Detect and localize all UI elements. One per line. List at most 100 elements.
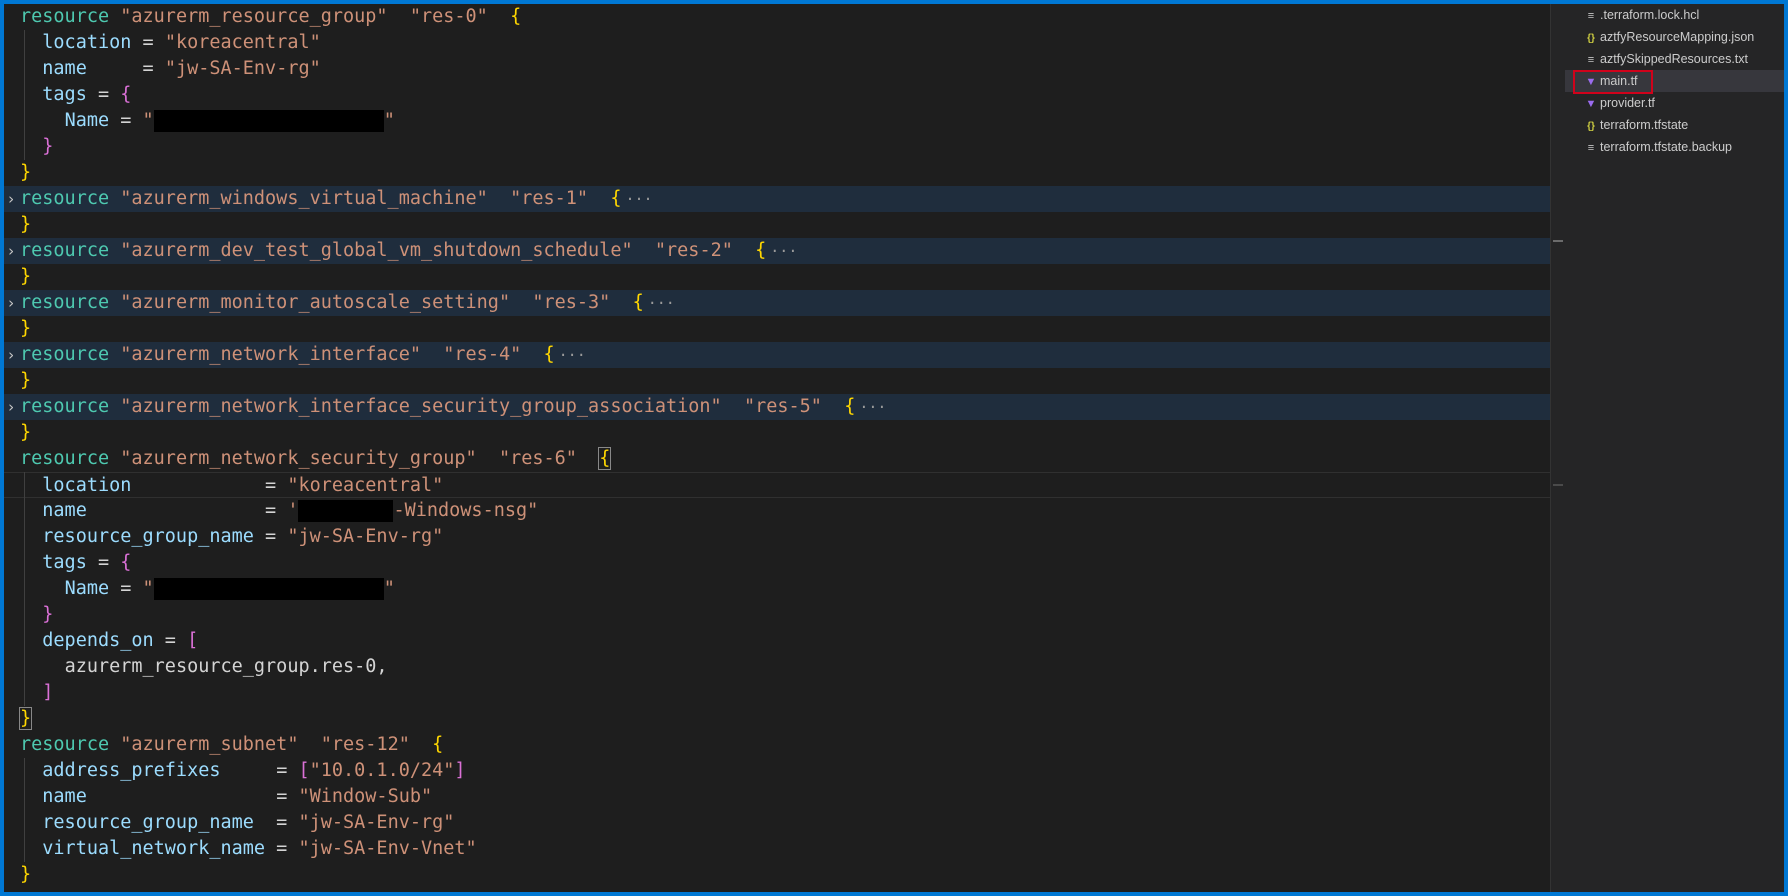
code-line[interactable]: } — [4, 316, 1550, 342]
folded-code-line[interactable]: › resource "azurerm_dev_test_global_vm_sh… — [4, 238, 1550, 264]
fold-chevron-icon[interactable]: › — [4, 238, 18, 264]
code-line[interactable]: } — [4, 212, 1550, 238]
code-token: = — [109, 110, 143, 131]
code-token: resource — [20, 240, 121, 261]
fold-ellipsis-icon: ··· — [558, 346, 586, 364]
code-line[interactable]: } — [4, 420, 1550, 446]
code-line[interactable]: } — [4, 134, 1550, 160]
code-line[interactable]: resource "azurerm_resource_group" "res-0… — [4, 4, 1550, 30]
editor-scrollbar[interactable] — [1550, 4, 1565, 892]
indent-guide — [24, 472, 25, 706]
fold-chevron-icon[interactable]: › — [4, 394, 18, 420]
line-text: azurerm_resource_group.res-0, — [20, 654, 388, 680]
code-line[interactable]: azurerm_resource_group.res-0, — [4, 654, 1550, 680]
code-line[interactable]: address_prefixes = ["10.0.1.0/24"] — [4, 758, 1550, 784]
code-line[interactable]: virtual_network_name = "jw-SA-Env-Vnet" — [4, 836, 1550, 862]
code-line[interactable]: tags = { — [4, 550, 1550, 576]
file-name: terraform.tfstate — [1600, 118, 1689, 132]
code-token: " — [383, 110, 395, 131]
file-item[interactable]: {} terraform.tfstate — [1565, 114, 1784, 136]
code-line[interactable]: Name = " " — [4, 108, 1550, 134]
code-token: resource_group_name — [42, 526, 254, 547]
code-token: = — [131, 32, 165, 53]
lines-icon: ≡ — [1587, 54, 1595, 66]
code-line[interactable]: Name = " " — [4, 576, 1550, 602]
file-item[interactable]: ▼ main.tf — [1565, 70, 1784, 94]
redacted-text — [153, 110, 384, 132]
code-line[interactable]: } — [4, 862, 1550, 888]
code-token: } — [18, 707, 33, 730]
code-line[interactable]: name = "Window-Sub" — [4, 784, 1550, 810]
code-token: } — [20, 162, 32, 183]
code-token: "res-12" — [320, 734, 410, 755]
file-item[interactable]: ≡ .terraform.lock.hcl — [1565, 4, 1784, 26]
code-line[interactable]: tags = { — [4, 82, 1550, 108]
code-token: } — [20, 318, 32, 339]
code-line[interactable]: resource "azurerm_subnet" "res-12" { — [4, 732, 1550, 758]
code-line[interactable]: location = "koreacentral" — [4, 30, 1550, 56]
code-token: "jw-SA-Env-rg" — [298, 812, 455, 833]
line-text: resource "azurerm_windows_virtual_machin… — [20, 186, 653, 212]
code-token: "azurerm_network_interface" — [120, 344, 421, 365]
code-line[interactable]: } — [4, 368, 1550, 394]
code-line[interactable]: resource_group_name = "jw-SA-Env-rg" — [4, 810, 1550, 836]
code-line[interactable]: } — [4, 160, 1550, 186]
folded-code-line[interactable]: › resource "azurerm_network_interface" "r… — [4, 342, 1550, 368]
code-line[interactable]: name = ' -Windows-nsg" — [4, 498, 1550, 524]
code-token: depends_on — [42, 630, 154, 651]
code-token: Name — [64, 110, 110, 131]
folded-code-line[interactable]: › resource "azurerm_monitor_autoscale_set… — [4, 290, 1550, 316]
line-text: } — [20, 134, 53, 160]
line-text: resource "azurerm_subnet" "res-12" { — [20, 732, 443, 758]
code-token: "10.0.1.0/24" — [309, 760, 455, 781]
folded-code-line[interactable]: › resource "azurerm_network_interface_sec… — [4, 394, 1550, 420]
code-token: " — [383, 578, 395, 599]
code-token: [ — [187, 630, 199, 651]
code-token: "azurerm_network_interface_security_grou… — [120, 396, 722, 417]
highlight-box — [1573, 70, 1653, 94]
code-line[interactable]: name = "jw-SA-Env-rg" — [4, 56, 1550, 82]
fold-chevron-icon[interactable]: › — [4, 342, 18, 368]
file-item[interactable]: ≡ terraform.tfstate.backup — [1565, 136, 1784, 158]
code-token: = — [86, 552, 121, 573]
indent-guide — [24, 758, 25, 862]
code-token: = — [265, 838, 299, 859]
code-token: { — [432, 734, 444, 755]
code-token: "koreacentral" — [164, 32, 321, 53]
code-token: "azurerm_network_security_group" — [120, 448, 477, 469]
code-line[interactable]: ] — [4, 680, 1550, 706]
code-line[interactable]: resource "azurerm_network_security_group… — [4, 446, 1550, 472]
code-editor[interactable]: resource "azurerm_resource_group" "res-0… — [4, 4, 1550, 892]
line-text: } — [20, 264, 31, 290]
line-text: address_prefixes = ["10.0.1.0/24"] — [20, 758, 465, 784]
fold-ellipsis-icon: ··· — [625, 190, 653, 208]
fold-chevron-icon[interactable]: › — [4, 290, 18, 316]
line-text: resource "azurerm_network_interface" "re… — [20, 342, 586, 368]
code-line[interactable]: } — [4, 706, 1550, 732]
code-token: "res-5" — [743, 396, 822, 417]
file-item[interactable]: {} aztfyResourceMapping.json — [1565, 26, 1784, 48]
code-line[interactable]: resource_group_name = "jw-SA-Env-rg" — [4, 524, 1550, 550]
code-token: "azurerm_dev_test_global_vm_shutdown_sch… — [120, 240, 633, 261]
code-line[interactable]: location = "koreacentral" — [4, 472, 1550, 498]
line-text: resource "azurerm_network_security_group… — [20, 446, 612, 472]
code-line[interactable]: depends_on = [ — [4, 628, 1550, 654]
file-item[interactable]: ≡ aztfySkippedResources.txt — [1565, 48, 1784, 70]
code-line[interactable]: } — [4, 264, 1550, 290]
code-token: location — [42, 32, 132, 53]
file-item[interactable]: ▼ provider.tf — [1565, 92, 1784, 114]
line-text: resource "azurerm_monitor_autoscale_sett… — [20, 290, 675, 316]
file-name: terraform.tfstate.backup — [1600, 140, 1733, 154]
code-token: { — [844, 396, 856, 417]
indent-guide — [24, 30, 25, 160]
file-name: aztfySkippedResources.txt — [1600, 52, 1748, 66]
code-token: "azurerm_resource_group" — [120, 6, 388, 27]
code-line[interactable]: } — [4, 602, 1550, 628]
fold-chevron-icon[interactable]: › — [4, 186, 18, 212]
folded-code-line[interactable]: › resource "azurerm_windows_virtual_machi… — [4, 186, 1550, 212]
